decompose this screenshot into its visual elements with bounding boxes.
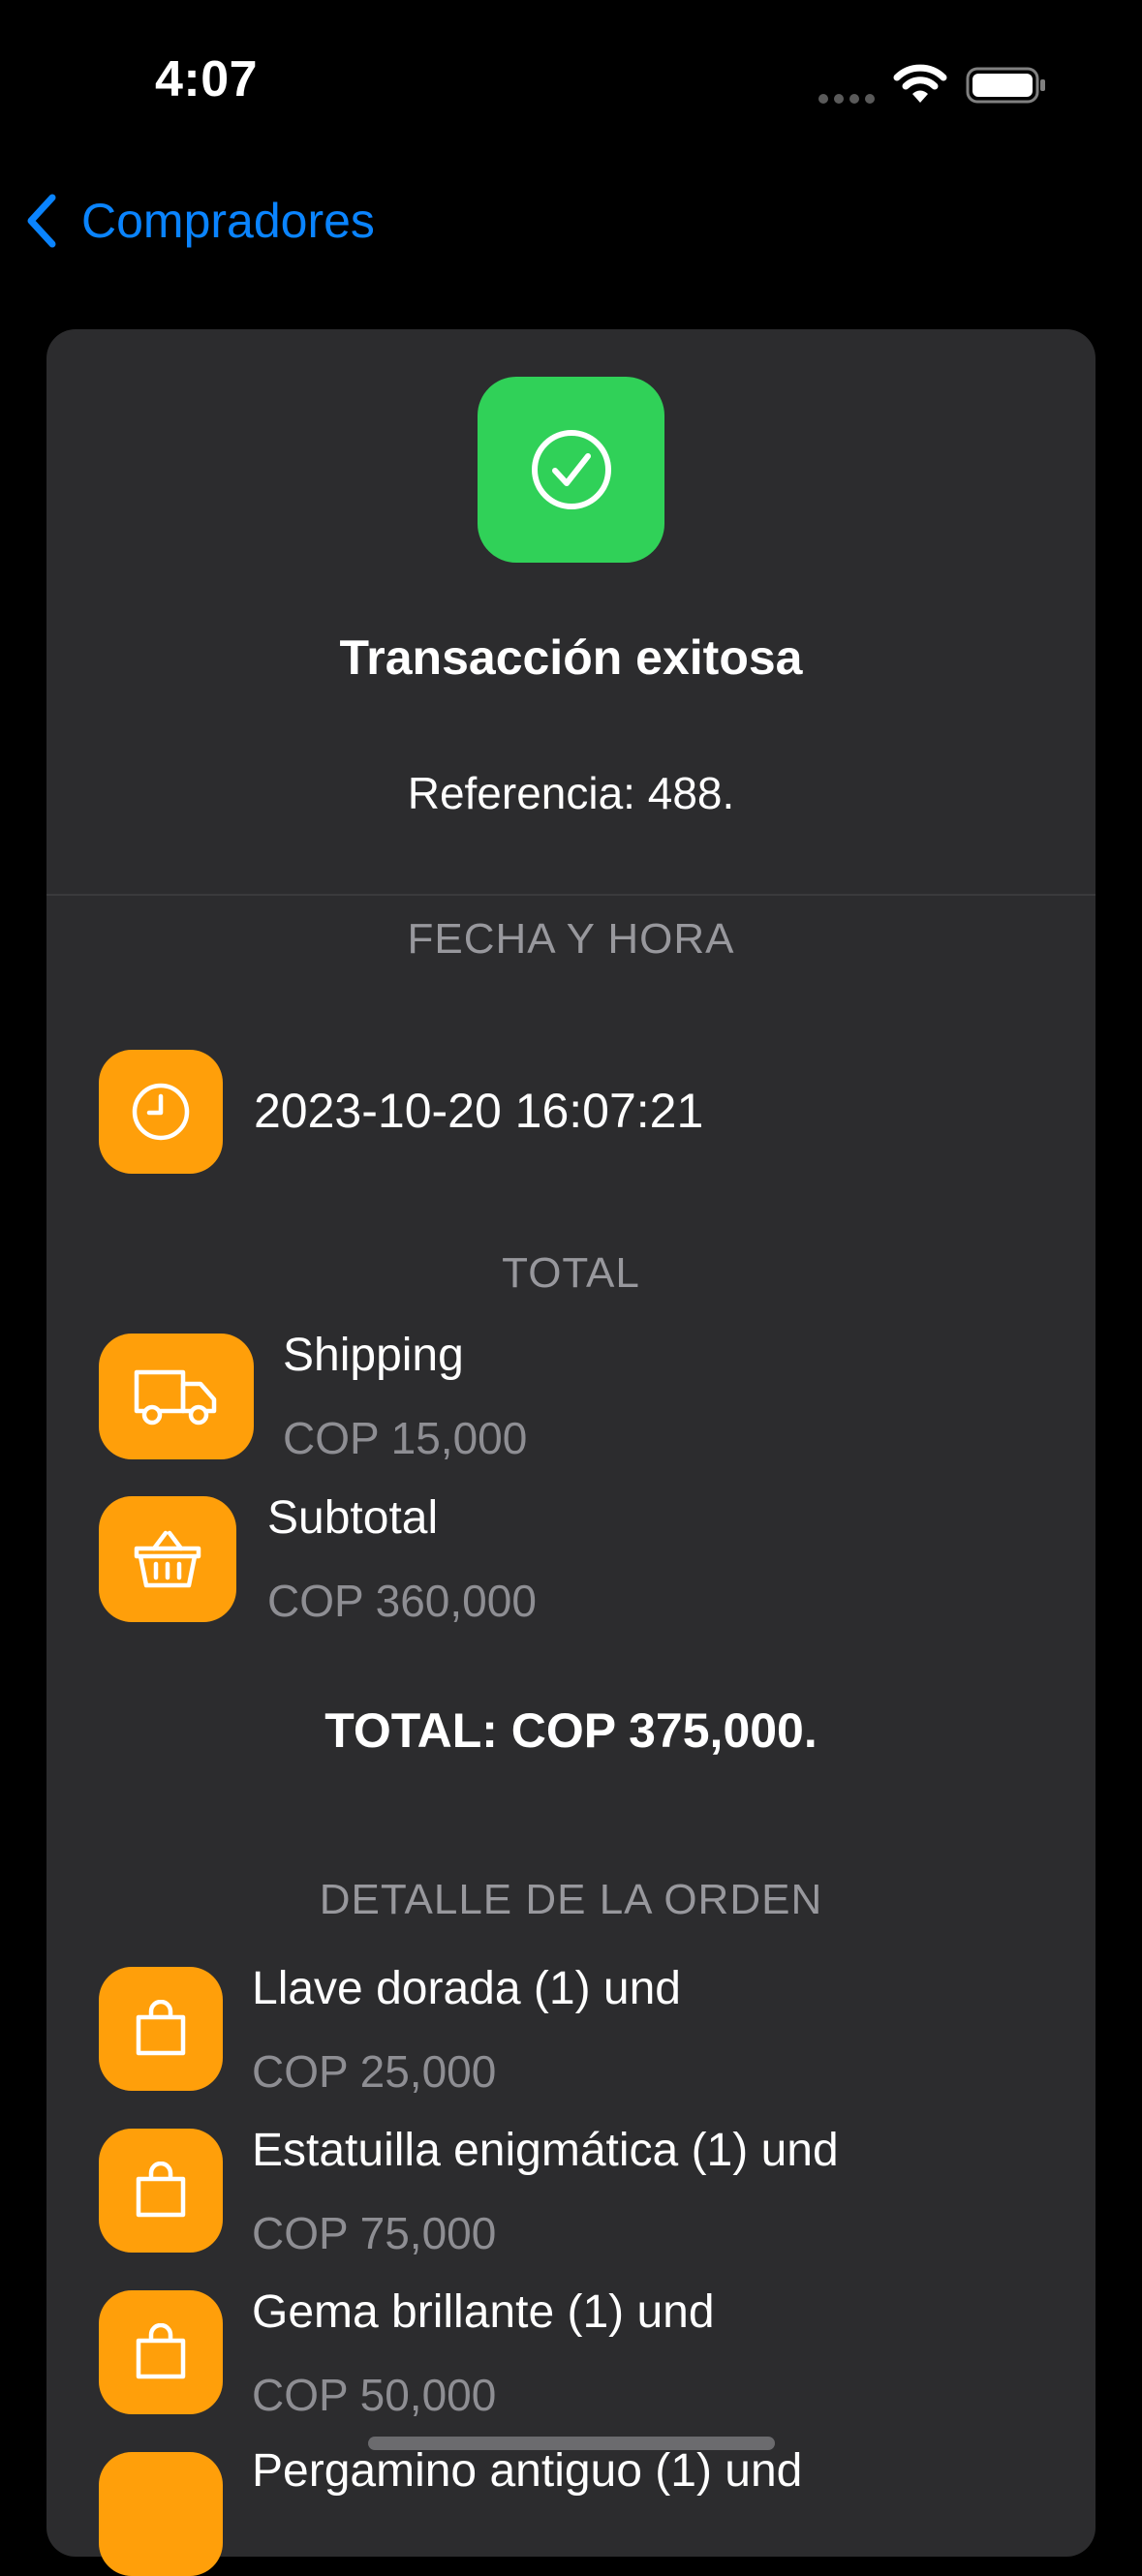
order-item-icon-box [99, 1967, 223, 2091]
order-item-amount: COP 50,000 [252, 2370, 497, 2420]
shipping-amount: COP 15,000 [283, 1413, 528, 1463]
status-time: 4:07 [155, 51, 259, 107]
order-total: TOTAL: COP 375,000. [324, 1703, 818, 1758]
basket-icon [134, 1530, 201, 1588]
divider [46, 894, 1096, 896]
order-item-label: Estatuilla enigmática (1) und [252, 2125, 839, 2176]
order-section-header: DETALLE DE LA ORDEN [319, 1876, 823, 1923]
subtotal-amount: COP 360,000 [267, 1576, 537, 1626]
cell-signal-icon [818, 91, 880, 108]
back-button[interactable]: Compradores [23, 184, 375, 258]
bag-icon [136, 2323, 186, 2379]
back-label: Compradores [81, 194, 375, 248]
transaction-title: Transacción exitosa [339, 630, 803, 685]
shipping-icon-box [99, 1334, 254, 1459]
wifi-icon [893, 64, 947, 103]
order-item-icon-box [99, 2129, 223, 2253]
total-section-header: TOTAL [502, 1249, 640, 1297]
order-item-label: Pergamino antiguo (1) und [252, 2445, 803, 2497]
order-item-amount: COP 25,000 [252, 2046, 497, 2097]
success-badge [478, 377, 664, 563]
truck-icon [134, 1369, 217, 1426]
status-bar: 4:07 [0, 0, 1142, 165]
order-item-icon-box [99, 2290, 223, 2414]
home-indicator[interactable] [368, 2437, 775, 2450]
bag-icon [136, 2162, 186, 2218]
chevron-left-icon [27, 194, 56, 248]
order-item-icon-box [99, 2452, 223, 2576]
datetime-section-header: FECHA Y HORA [407, 915, 735, 963]
shipping-label: Shipping [283, 1330, 464, 1381]
clock-icon [132, 1083, 190, 1141]
subtotal-icon-box [99, 1496, 236, 1622]
bag-icon [136, 2000, 186, 2056]
transaction-reference: Referencia: 488. [407, 768, 735, 818]
order-item-label: Llave dorada (1) und [252, 1963, 681, 2014]
checkmark-circle-icon [531, 430, 611, 509]
datetime-value: 2023-10-20 16:07:21 [254, 1084, 704, 1138]
order-item-amount: COP 75,000 [252, 2208, 497, 2258]
battery-icon [966, 67, 1045, 104]
subtotal-label: Subtotal [267, 1492, 439, 1544]
order-item-label: Gema brillante (1) und [252, 2286, 715, 2338]
datetime-icon-box [99, 1050, 223, 1174]
